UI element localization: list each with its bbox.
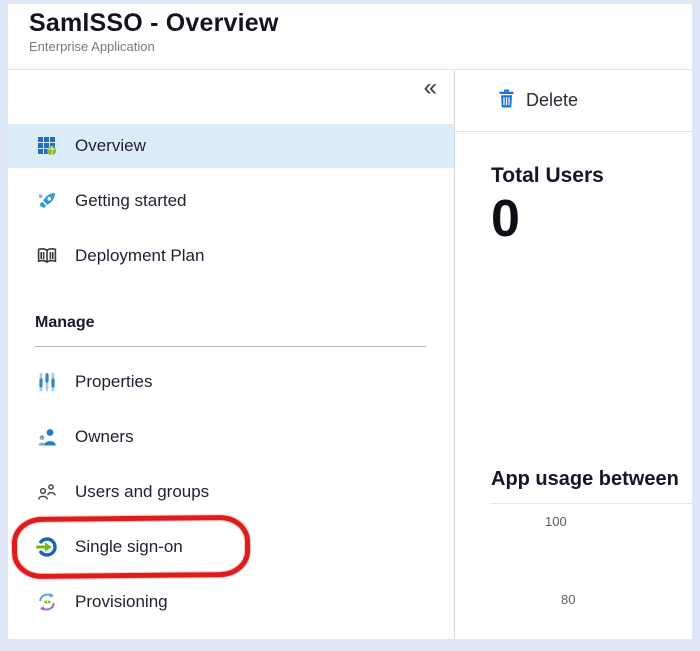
sidebar-collapse-row: « [8, 70, 454, 124]
app-usage-chart-title: App usage between [491, 468, 692, 491]
sidebar-item-label: Properties [75, 372, 152, 392]
sidebar-item-label: Provisioning [75, 592, 168, 612]
book-icon [35, 247, 59, 265]
sidebar-item-users-and-groups[interactable]: Users and groups [8, 470, 454, 514]
overview-grid-icon [35, 136, 59, 156]
sidebar-item-label: Owners [75, 427, 134, 447]
sidebar-item-owners[interactable]: Owners [8, 415, 454, 459]
sidebar-item-label: Single sign-on [75, 537, 183, 557]
sidebar-item-label: Overview [75, 136, 146, 156]
section-divider [35, 346, 426, 347]
total-users-label: Total Users [491, 164, 692, 188]
users-icon [35, 483, 59, 501]
delete-button-label: Delete [526, 90, 578, 111]
sync-icon [35, 592, 59, 612]
chart-divider [491, 503, 692, 504]
command-bar: Delete [455, 70, 692, 132]
sidebar-nav: « [8, 70, 455, 639]
page-title: SamlSSO - Overview [29, 9, 692, 38]
delete-button[interactable]: Delete [498, 89, 578, 113]
sidebar-top-group: Overview Getting started [8, 124, 454, 278]
page-subtitle: Enterprise Application [29, 39, 692, 54]
sidebar-item-deployment-plan[interactable]: Deployment Plan [8, 234, 454, 278]
trash-icon [498, 89, 515, 113]
collapse-sidebar-icon[interactable]: « [424, 74, 437, 103]
sidebar-item-properties[interactable]: Properties [8, 360, 454, 404]
content-spacer [491, 250, 692, 468]
overview-panel: Delete Total Users 0 App usage between 1… [455, 70, 692, 639]
sidebar-item-overview[interactable]: Overview [8, 124, 454, 168]
sidebar-item-label: Users and groups [75, 482, 209, 502]
sidebar-section-manage: Manage [35, 314, 454, 336]
blade-header: SamlSSO - Overview Enterprise Applicatio… [8, 4, 692, 70]
sign-in-icon [35, 536, 59, 558]
app-window: SamlSSO - Overview Enterprise Applicatio… [8, 4, 692, 639]
sidebar-item-label: Getting started [75, 191, 187, 211]
y-axis-tick-80: 80 [561, 592, 692, 607]
total-users-value: 0 [491, 190, 692, 250]
sidebar-item-label: Deployment Plan [75, 246, 204, 266]
sidebar-item-provisioning[interactable]: Provisioning [8, 580, 454, 624]
y-axis-tick-100: 100 [545, 514, 692, 529]
overview-content: Total Users 0 App usage between 100 80 [455, 132, 692, 607]
sliders-icon [35, 372, 59, 392]
owners-icon [35, 428, 59, 446]
sidebar-item-getting-started[interactable]: Getting started [8, 179, 454, 223]
sidebar-item-single-sign-on[interactable]: Single sign-on [8, 525, 454, 569]
rocket-icon [35, 191, 59, 211]
sidebar-manage-group: Properties Owners [8, 360, 454, 624]
